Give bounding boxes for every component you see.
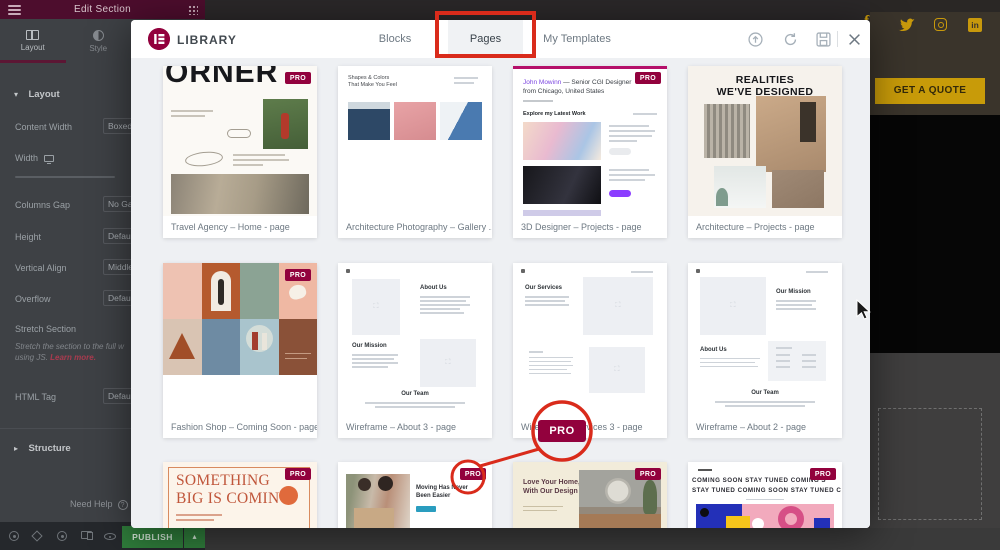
style-icon — [92, 29, 104, 41]
page-top-strip — [870, 0, 1000, 12]
responsive-mode-icon[interactable] — [81, 531, 93, 542]
instagram-icon[interactable] — [934, 18, 947, 31]
template-card-coming-soon[interactable]: COMING SOON STAY TUNED COMING S STAY TUN… — [688, 462, 842, 528]
template-caption: Fashion Shop – Coming Soon - page — [163, 416, 317, 438]
tab-blocks[interactable]: Blocks — [365, 20, 425, 58]
pro-badge: PRO — [634, 72, 661, 84]
stretch-section-note: Stretch the section to the full w using … — [15, 342, 124, 362]
template-thumbnail: Our Mission About Us Our Team — [688, 263, 842, 416]
html-tag-label: HTML Tag — [15, 392, 57, 402]
template-thumbnail: John Mowinn — Senior CGI Designer from C… — [513, 66, 667, 216]
sync-status-icon[interactable] — [748, 32, 763, 47]
template-library-modal: LIBRARY Blocks Pages My Templates ORNER — [131, 20, 870, 528]
template-thumbnail: ORNER — [163, 66, 317, 216]
pro-badge: PRO — [284, 72, 311, 84]
settings-gear-icon[interactable] — [9, 531, 20, 542]
refresh-icon[interactable] — [783, 32, 798, 47]
template-card-wireframe-about-2[interactable]: Our Mission About Us Our Team Wirefra — [688, 263, 842, 438]
pro-badge: PRO — [809, 468, 836, 480]
library-title: LIBRARY — [177, 33, 237, 47]
active-tab-underline — [0, 60, 66, 63]
pro-badge: PRO — [459, 468, 486, 480]
template-card-love-your-home[interactable]: Love Your Home, With Our Design PRO — [513, 462, 667, 528]
pro-badge: PRO — [634, 468, 661, 480]
height-label: Height — [15, 232, 42, 242]
structure-section-header[interactable]: ▸ Structure — [14, 438, 71, 456]
page-bottom-strip — [205, 528, 1000, 550]
page-lower-section — [870, 353, 1000, 550]
caret-down-icon: ▾ — [14, 90, 19, 99]
elementor-logo — [148, 28, 170, 50]
template-card-3d-designer[interactable]: John Mowinn — Senior CGI Designer from C… — [513, 66, 667, 238]
library-modal-header: LIBRARY Blocks Pages My Templates — [131, 20, 870, 58]
learn-more-link[interactable]: Learn more. — [50, 353, 96, 362]
template-thumbnail: Our Services — [513, 263, 667, 416]
template-thumbnail: About Us Our Mission Our Team — [338, 263, 492, 416]
template-card-moving[interactable]: Moving Has Never Been Easier PRO — [338, 462, 492, 528]
tab-pages[interactable]: Pages — [448, 20, 523, 58]
divider — [0, 428, 131, 429]
panel-title: Edit Section — [74, 4, 131, 15]
layout-section-header[interactable]: ▾ Layout — [14, 84, 60, 102]
caret-right-icon: ▸ — [14, 444, 19, 453]
publish-options-caret[interactable]: ▴ — [184, 526, 205, 548]
tab-my-templates[interactable]: My Templates — [537, 20, 617, 58]
content-width-label: Content Width — [15, 122, 73, 132]
template-card-architecture-photography[interactable]: Shapes & Colors That Make You Feel Archit… — [338, 66, 492, 238]
pro-badge: PRO — [284, 269, 311, 281]
width-label-row: Width — [15, 148, 55, 166]
publish-button[interactable]: PUBLISH — [122, 526, 183, 548]
pro-badge: PRO — [284, 468, 311, 480]
layout-icon — [26, 30, 40, 40]
template-grid: ORNER PRO Travel Agency – Home - page Sh… — [131, 58, 870, 528]
divider — [837, 31, 838, 47]
page-hero-section — [870, 115, 1000, 353]
linkedin-icon[interactable]: in — [968, 18, 982, 32]
need-help-link[interactable]: Need Help? — [70, 499, 128, 510]
template-caption: Wireframe – About 2 - page — [688, 416, 842, 438]
vertical-align-label: Vertical Align — [15, 263, 67, 273]
width-slider[interactable] — [15, 176, 115, 178]
panel-tabs: Layout Style — [0, 19, 131, 63]
template-card-travel-agency[interactable]: ORNER PRO Travel Agency – Home - page — [163, 66, 317, 238]
responsive-monitor-icon[interactable] — [44, 155, 55, 164]
template-card-wireframe-services-3[interactable]: Our Services Wireframe – Services 3 - pa… — [513, 263, 667, 438]
template-caption: Travel Agency – Home - page — [163, 216, 317, 238]
template-card-wireframe-about-3[interactable]: About Us Our Mission Our Team Wireframe … — [338, 263, 492, 438]
overflow-label: Overflow — [15, 294, 51, 304]
panel-header: Edit Section — [0, 0, 205, 19]
save-icon[interactable] — [816, 32, 831, 47]
navigator-icon[interactable] — [31, 530, 44, 542]
template-card-fashion-shop[interactable]: PRO Fashion Shop – Coming Soon - page — [163, 263, 317, 438]
twitter-icon[interactable] — [898, 17, 915, 32]
widgets-grid-icon[interactable] — [188, 5, 198, 15]
get-a-quote-button[interactable]: GET A QUOTE — [875, 78, 985, 104]
preview-eye-icon[interactable] — [104, 531, 116, 542]
template-card-something-big[interactable]: SOMETHING BIG IS COMING PRO — [163, 462, 317, 528]
help-icon: ? — [117, 500, 128, 510]
history-icon[interactable] — [57, 531, 68, 542]
template-caption: Architecture – Projects - page — [688, 216, 842, 238]
annotation-magnified-pro-badge: PRO — [538, 420, 586, 442]
columns-gap-label: Columns Gap — [15, 200, 71, 210]
template-caption: Wireframe – Services 3 - page — [513, 416, 667, 438]
template-card-architecture-projects[interactable]: REALITIES WE'VE DESIGNED Architecture – P… — [688, 66, 842, 238]
template-caption: Wireframe – About 3 - page — [338, 416, 492, 438]
template-caption: Architecture Photography – Gallery ... — [338, 216, 492, 238]
tab-layout[interactable]: Layout — [0, 19, 66, 63]
template-caption: 3D Designer – Projects - page — [513, 216, 667, 238]
section-outline — [878, 408, 982, 520]
close-icon[interactable] — [848, 33, 861, 46]
template-thumbnail — [163, 263, 317, 416]
template-thumbnail: REALITIES WE'VE DESIGNED — [688, 66, 842, 216]
tab-style[interactable]: Style — [66, 19, 132, 63]
template-thumbnail: Shapes & Colors That Make You Feel — [338, 66, 492, 216]
stretch-section-label: Stretch Section — [15, 324, 77, 334]
